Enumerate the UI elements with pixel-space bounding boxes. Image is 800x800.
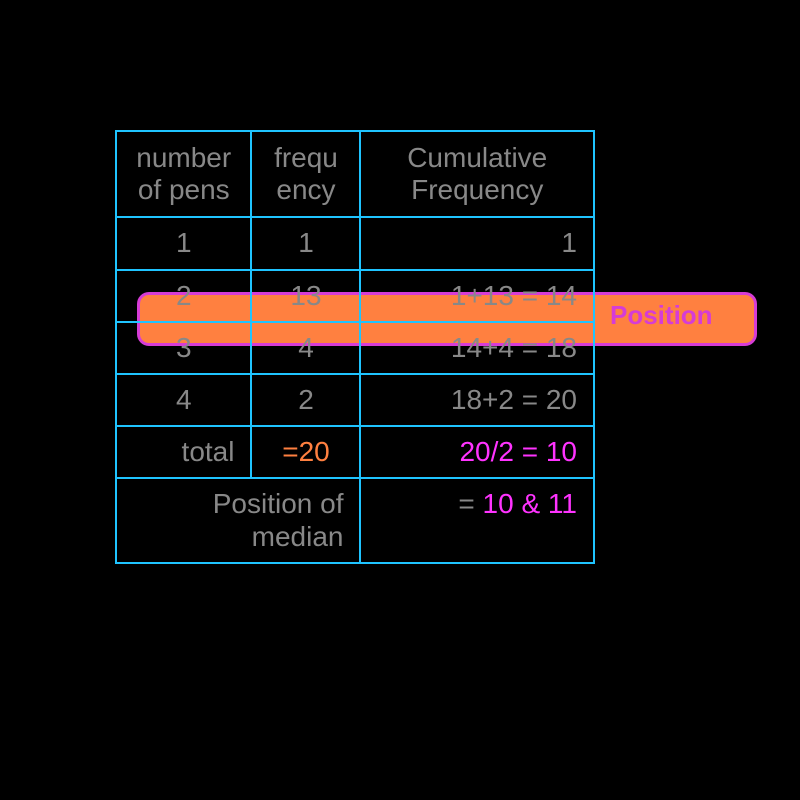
total-label: total <box>116 426 251 478</box>
median-row: Position of median = 10 & 11 <box>116 478 594 562</box>
cell-pens: 2 <box>116 270 251 322</box>
cell-cum: 18+2 = 20 <box>360 374 594 426</box>
cell-cum: 1 <box>360 217 594 269</box>
total-row: total =20 20/2 = 10 <box>116 426 594 478</box>
total-calc: 20/2 = 10 <box>360 426 594 478</box>
cell-cum: 1+13 = 14 <box>360 270 594 322</box>
header-frequency: frequ ency <box>251 131 360 217</box>
header-pens: number of pens <box>116 131 251 217</box>
table-row-highlighted: 2 13 1+13 = 14 <box>116 270 594 322</box>
median-vals: 10 & 11 <box>483 488 577 519</box>
table-header-row: number of pens frequ ency Cumulative Fre… <box>116 131 594 217</box>
table-row: 3 4 14+4 = 18 <box>116 322 594 374</box>
header-cumulative: Cumulative Frequency <box>360 131 594 217</box>
cell-cum: 14+4 = 18 <box>360 322 594 374</box>
total-value: =20 <box>251 426 360 478</box>
cell-freq: 2 <box>251 374 360 426</box>
table-row: 4 2 18+2 = 20 <box>116 374 594 426</box>
table-row: 1 1 1 <box>116 217 594 269</box>
frequency-table: number of pens frequ ency Cumulative Fre… <box>115 130 595 564</box>
cell-freq: 4 <box>251 322 360 374</box>
median-value: = 10 & 11 <box>360 478 594 562</box>
median-eq: = <box>458 488 482 519</box>
cell-pens: 4 <box>116 374 251 426</box>
position-label: Position <box>610 300 713 331</box>
median-label: Position of median <box>116 478 360 562</box>
cell-pens: 1 <box>116 217 251 269</box>
cell-pens: 3 <box>116 322 251 374</box>
cell-freq: 1 <box>251 217 360 269</box>
cell-freq: 13 <box>251 270 360 322</box>
